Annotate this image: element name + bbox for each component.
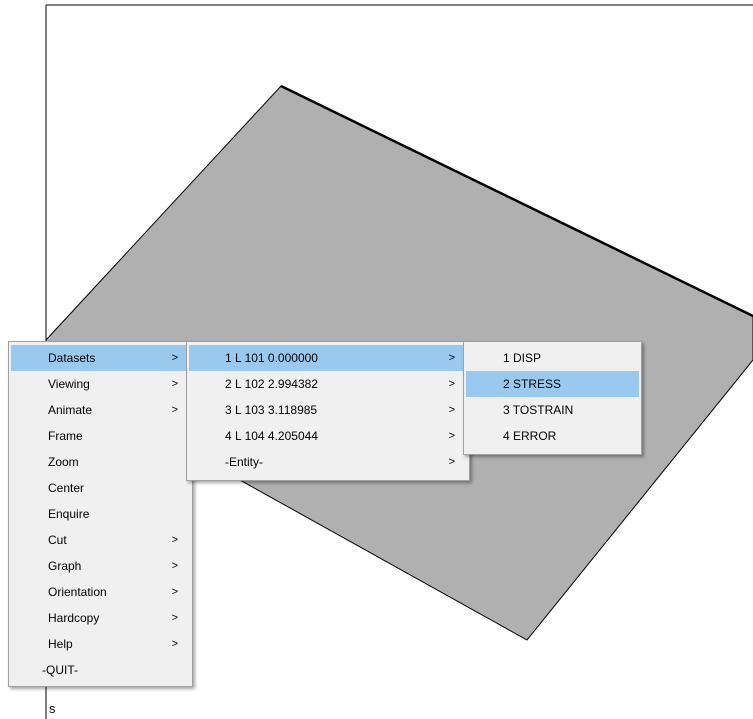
dataset-item-2[interactable]: 2 L 102 2.994382 > — [189, 371, 467, 397]
submenu-arrow-icon: > — [448, 352, 455, 364]
menu-item-quit[interactable]: -QUIT- — [11, 657, 190, 683]
submenu-arrow-icon: > — [171, 612, 178, 624]
dataset-item-entity[interactable]: -Entity- > — [189, 449, 467, 475]
menu-item-datasets[interactable]: Datasets > — [11, 345, 190, 371]
menu-item-center[interactable]: Center — [11, 475, 190, 501]
menu-item-hardcopy[interactable]: Hardcopy > — [11, 605, 190, 631]
menu-item-label: Enquire — [48, 507, 90, 521]
submenu-arrow-icon: > — [171, 534, 178, 546]
submenu-arrow-icon: > — [171, 586, 178, 598]
menu-item-graph[interactable]: Graph > — [11, 553, 190, 579]
datasets-submenu: 1 L 101 0.000000 > 2 L 102 2.994382 > 3 L … — [186, 341, 470, 481]
dataset-item-label: 2 L 102 2.994382 — [225, 377, 318, 391]
menu-item-label: Cut — [48, 533, 67, 547]
menu-item-frame[interactable]: Frame — [11, 423, 190, 449]
entity-item-label: 3 TOSTRAIN — [503, 403, 574, 417]
dataset-item-4[interactable]: 4 L 104 4.205044 > — [189, 423, 467, 449]
dataset-item-label: 3 L 103 3.118985 — [225, 403, 318, 417]
submenu-arrow-icon: > — [171, 638, 178, 650]
submenu-arrow-icon: > — [171, 404, 178, 416]
entity-item-label: 4 ERROR — [503, 429, 557, 443]
dataset-item-label: 1 L 101 0.000000 — [225, 351, 318, 365]
menu-item-label: Frame — [48, 429, 83, 443]
menu-item-label: Zoom — [48, 455, 79, 469]
menu-item-label: Help — [48, 637, 73, 651]
entity-item-stress[interactable]: 2 STRESS — [466, 371, 639, 397]
entity-item-tostrain[interactable]: 3 TOSTRAIN — [466, 397, 639, 423]
dataset-item-3[interactable]: 3 L 103 3.118985 > — [189, 397, 467, 423]
menu-item-enquire[interactable]: Enquire — [11, 501, 190, 527]
submenu-arrow-icon: > — [448, 378, 455, 390]
menu-item-label: Datasets — [48, 351, 96, 365]
submenu-arrow-icon: > — [171, 352, 178, 364]
submenu-arrow-icon: > — [171, 560, 178, 572]
bottom-axis-label: s — [49, 701, 56, 716]
entity-item-error[interactable]: 4 ERROR — [466, 423, 639, 449]
menu-item-label: Graph — [48, 559, 82, 573]
entity-item-label: 1 DISP — [503, 351, 542, 365]
submenu-arrow-icon: > — [448, 430, 455, 442]
submenu-arrow-icon: > — [171, 378, 178, 390]
menu-item-cut[interactable]: Cut > — [11, 527, 190, 553]
menu-item-label: Viewing — [48, 377, 90, 391]
entity-submenu: 1 DISP 2 STRESS 3 TOSTRAIN 4 ERROR — [463, 341, 642, 455]
dataset-item-label: -Entity- — [225, 455, 264, 469]
menu-item-label: Center — [48, 481, 85, 495]
menu-item-label: Orientation — [48, 585, 107, 599]
menu-item-orientation[interactable]: Orientation > — [11, 579, 190, 605]
menu-item-animate[interactable]: Animate > — [11, 397, 190, 423]
menu-item-zoom[interactable]: Zoom — [11, 449, 190, 475]
entity-item-label: 2 STRESS — [503, 377, 562, 391]
submenu-arrow-icon: > — [448, 456, 455, 468]
entity-item-disp[interactable]: 1 DISP — [466, 345, 639, 371]
menu-item-label: Hardcopy — [48, 611, 100, 625]
dataset-item-label: 4 L 104 4.205044 — [225, 429, 318, 443]
main-popup-menu: Datasets > Viewing > Animate > Frame Zoom C… — [8, 341, 193, 687]
menu-item-viewing[interactable]: Viewing > — [11, 371, 190, 397]
menu-item-label: Animate — [48, 403, 93, 417]
menu-item-label: -QUIT- — [42, 663, 78, 677]
dataset-item-1[interactable]: 1 L 101 0.000000 > — [189, 345, 467, 371]
submenu-arrow-icon: > — [448, 404, 455, 416]
menu-item-help[interactable]: Help > — [11, 631, 190, 657]
